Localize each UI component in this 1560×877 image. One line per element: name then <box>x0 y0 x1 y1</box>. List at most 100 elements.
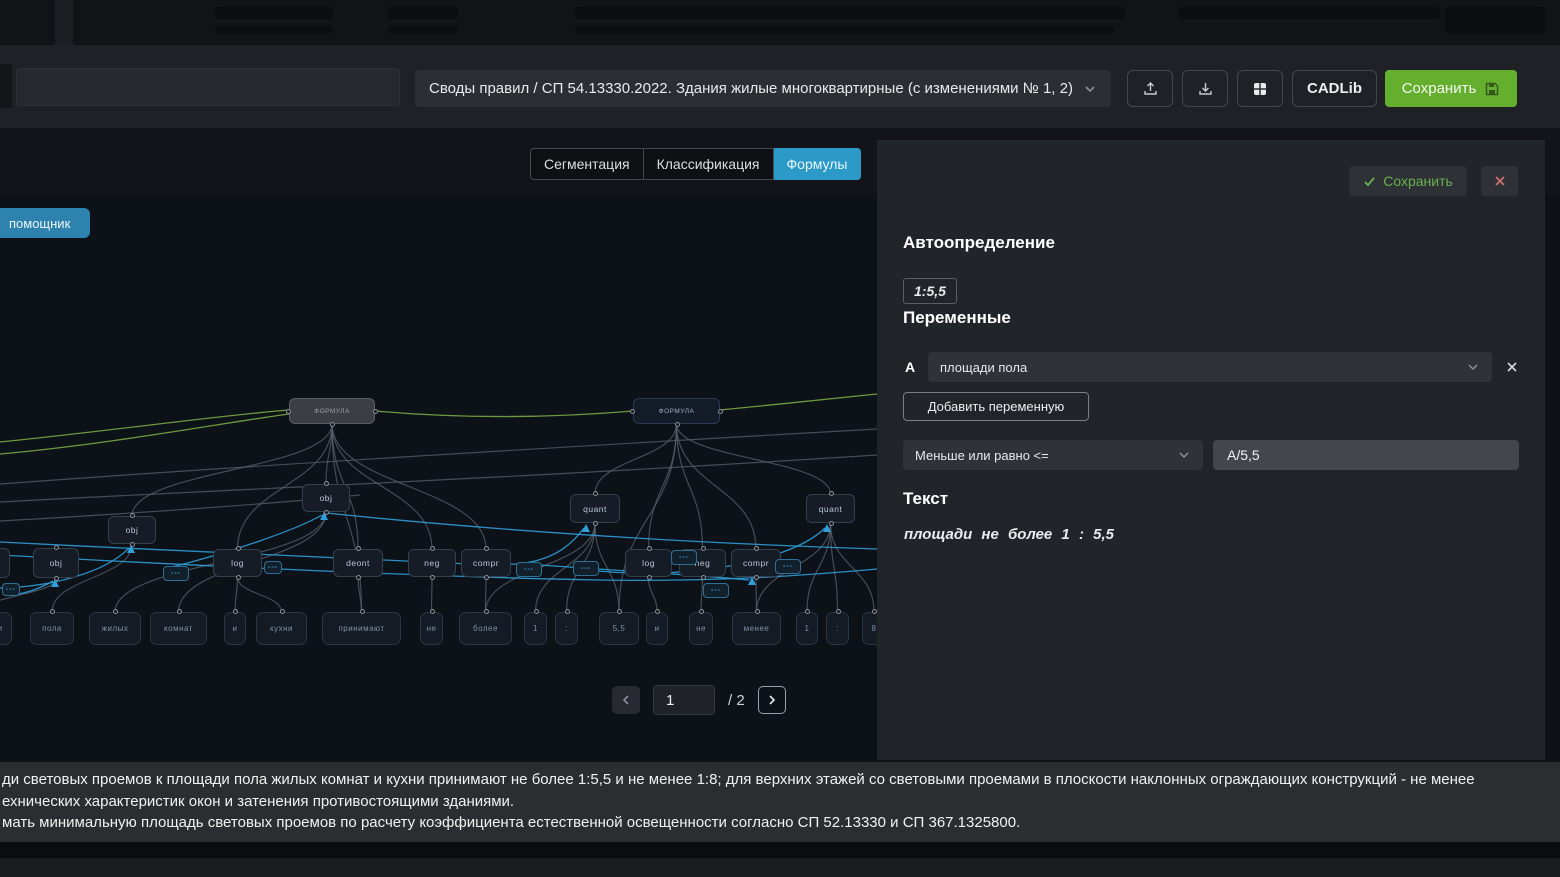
search-input[interactable] <box>16 68 400 106</box>
graph-leaf-node[interactable]: жилых <box>89 612 141 645</box>
node-port[interactable] <box>50 609 55 614</box>
node-port[interactable] <box>430 546 435 551</box>
graph-node[interactable]: quant <box>806 494 855 523</box>
node-port[interactable] <box>286 409 291 414</box>
node-port[interactable] <box>647 575 652 580</box>
graph-leaf-node[interactable]: не <box>689 612 713 645</box>
table-view-button[interactable] <box>1237 70 1283 107</box>
node-port[interactable] <box>805 609 810 614</box>
graph-node[interactable]: obj <box>108 516 156 544</box>
graph-leaf-node[interactable]: 1 <box>796 612 818 645</box>
node-port[interactable] <box>360 609 365 614</box>
graph-leaf-node[interactable]: площади <box>0 612 12 645</box>
graph-node[interactable]: --- <box>703 583 729 598</box>
node-port[interactable] <box>236 575 241 580</box>
graph-node[interactable]: neg <box>408 549 456 577</box>
node-port[interactable] <box>699 609 704 614</box>
graph-node[interactable]: --- <box>671 550 697 565</box>
node-port[interactable] <box>484 546 489 551</box>
graph-node[interactable]: quant <box>570 494 620 523</box>
graph-leaf-node[interactable]: комнат <box>150 612 207 645</box>
node-port[interactable] <box>113 609 118 614</box>
graph-leaf-node[interactable]: кухни <box>256 612 307 645</box>
node-port[interactable] <box>177 609 182 614</box>
node-port[interactable] <box>430 575 435 580</box>
graph-node[interactable]: obj <box>302 484 350 512</box>
graph-node[interactable]: obj <box>33 548 79 578</box>
graph-node[interactable]: compr <box>461 549 511 577</box>
node-port[interactable] <box>630 409 635 414</box>
graph-node[interactable] <box>0 548 10 578</box>
graph-node[interactable]: ФОРМУЛА <box>289 398 375 424</box>
graph-leaf-node[interactable]: : <box>555 612 578 645</box>
node-port[interactable] <box>484 609 489 614</box>
node-port[interactable] <box>484 575 489 580</box>
assistant-button[interactable]: помощник <box>0 208 90 238</box>
graph-node[interactable]: --- <box>775 559 801 574</box>
document-select[interactable]: Своды правил / СП 54.13330.2022. Здания … <box>415 70 1111 107</box>
node-port[interactable] <box>356 546 361 551</box>
node-port[interactable] <box>330 422 335 427</box>
tab-сегментация[interactable]: Сегментация <box>530 148 644 180</box>
graph-node[interactable]: --- <box>264 561 282 574</box>
graph-canvas[interactable]: ФОРМУЛАФОРМУЛАobjobjobjlogdeontnegcomprq… <box>0 195 877 760</box>
graph-node[interactable]: ФОРМУЛА <box>633 398 720 424</box>
node-port[interactable] <box>755 609 760 614</box>
expression-input[interactable] <box>1213 440 1519 470</box>
node-port[interactable] <box>593 521 598 526</box>
node-port[interactable] <box>829 491 834 496</box>
graph-node[interactable]: --- <box>2 583 20 596</box>
node-port[interactable] <box>829 521 834 526</box>
graph-leaf-node[interactable]: : <box>826 612 849 645</box>
node-port[interactable] <box>430 609 435 614</box>
tab-формулы[interactable]: Формулы <box>774 148 862 180</box>
node-port[interactable] <box>373 409 378 414</box>
operator-select[interactable]: Меньше или равно <= <box>903 440 1203 470</box>
node-port[interactable] <box>324 510 329 515</box>
graph-node[interactable]: --- <box>163 566 189 581</box>
node-port[interactable] <box>701 575 706 580</box>
panel-close-button[interactable] <box>1481 166 1518 196</box>
graph-leaf-node[interactable]: 8 <box>862 612 877 645</box>
node-port[interactable] <box>701 546 706 551</box>
node-port[interactable] <box>754 546 759 551</box>
node-port[interactable] <box>54 545 59 550</box>
page-number-input[interactable] <box>653 685 715 715</box>
node-port[interactable] <box>593 491 598 496</box>
node-port[interactable] <box>675 422 680 427</box>
graph-leaf-node[interactable]: не <box>420 612 443 645</box>
node-port[interactable] <box>236 546 241 551</box>
node-port[interactable] <box>718 409 723 414</box>
save-button[interactable]: Сохранить <box>1385 70 1517 107</box>
graph-node[interactable]: --- <box>516 562 542 577</box>
node-port[interactable] <box>754 575 759 580</box>
tab-классификация[interactable]: Классификация <box>644 148 774 180</box>
node-port[interactable] <box>130 513 135 518</box>
variable-remove-button[interactable] <box>1499 354 1525 380</box>
node-port[interactable] <box>655 609 660 614</box>
variable-select[interactable]: площади пола <box>928 352 1492 382</box>
prev-page-button[interactable] <box>612 686 640 714</box>
download-button[interactable] <box>1182 70 1228 107</box>
graph-node[interactable]: --- <box>573 561 599 576</box>
graph-leaf-node[interactable]: 5,5 <box>599 612 639 645</box>
panel-save-button[interactable]: Сохранить <box>1349 166 1467 196</box>
node-port[interactable] <box>647 546 652 551</box>
node-port[interactable] <box>130 542 135 547</box>
graph-leaf-node[interactable]: пола <box>30 612 74 645</box>
graph-node[interactable]: deont <box>333 549 383 577</box>
node-port[interactable] <box>617 609 622 614</box>
node-port[interactable] <box>836 609 841 614</box>
graph-node[interactable]: compr <box>731 549 781 577</box>
node-port[interactable] <box>534 609 539 614</box>
graph-leaf-node[interactable]: и <box>646 612 668 645</box>
cadlib-button[interactable]: CADLib <box>1292 70 1377 107</box>
next-page-button[interactable] <box>758 686 786 714</box>
node-port[interactable] <box>324 481 329 486</box>
node-port[interactable] <box>233 609 238 614</box>
graph-leaf-node[interactable]: и <box>224 612 246 645</box>
node-port[interactable] <box>356 575 361 580</box>
graph-leaf-node[interactable]: принимают <box>322 612 401 645</box>
graph-node[interactable]: log <box>213 549 262 577</box>
node-port[interactable] <box>280 609 285 614</box>
